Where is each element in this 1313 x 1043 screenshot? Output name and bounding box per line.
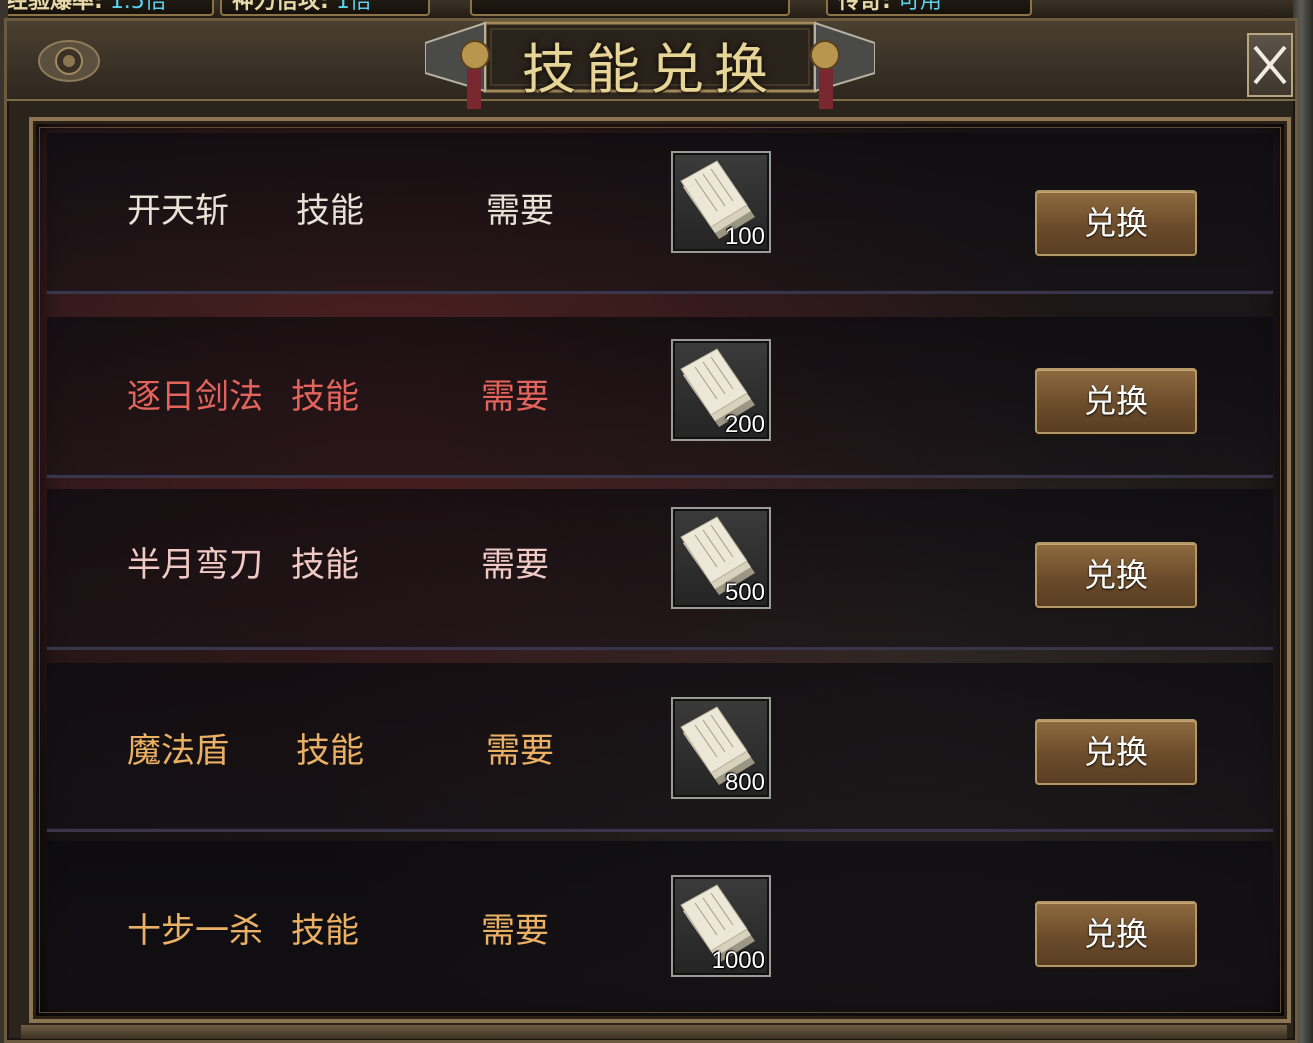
skill-name: 半月弯刀 <box>127 545 263 585</box>
required-item-slot[interactable]: 100 <box>671 151 771 253</box>
exchange-button[interactable]: 兑换 <box>1035 901 1197 967</box>
requirement-label: 需要 <box>486 731 554 771</box>
requirement-label: 需要 <box>481 377 549 417</box>
skill-name: 魔法盾 <box>127 731 229 771</box>
skill-type-label: 技能 <box>291 911 359 951</box>
window-bottom-bar <box>21 1025 1287 1039</box>
window-title: 技能兑换 <box>522 38 778 101</box>
required-item-slot[interactable]: 200 <box>671 339 771 441</box>
required-item-slot[interactable]: 800 <box>671 697 771 799</box>
hud-attack-multiplier-label: 神力倍攻: <box>232 0 329 14</box>
hud-drop-rate-value: 1.5倍 <box>109 0 167 14</box>
skill-name: 开天斩 <box>127 191 229 231</box>
skill-list: 开天斩 技能 需要 100 兑换 逐日剑法 技能 需要 200 兑换 半月弯刀 … <box>29 117 1291 1023</box>
item-count: 200 <box>724 411 765 438</box>
exchange-button[interactable]: 兑换 <box>1035 719 1197 785</box>
item-count: 500 <box>724 579 765 606</box>
list-item: 半月弯刀 技能 需要 500 兑换 <box>47 489 1273 650</box>
skill-type-label: 技能 <box>291 545 359 585</box>
item-count: 1000 <box>711 947 765 974</box>
item-count: 100 <box>724 223 765 250</box>
requirement-label: 需要 <box>486 191 554 231</box>
exchange-button[interactable]: 兑换 <box>1035 368 1197 434</box>
close-icon <box>1253 45 1287 85</box>
requirement-label: 需要 <box>481 545 549 585</box>
hud-legend-value: 可用 <box>897 0 942 14</box>
exchange-button[interactable]: 兑换 <box>1035 190 1197 256</box>
skill-name: 十步一杀 <box>127 911 263 951</box>
required-item-slot[interactable]: 500 <box>671 507 771 609</box>
requirement-label: 需要 <box>481 911 549 951</box>
required-item-slot[interactable]: 1000 <box>671 875 771 977</box>
list-item: 逐日剑法 技能 需要 200 兑换 <box>47 317 1273 478</box>
skill-type-label: 技能 <box>291 377 359 417</box>
list-item: 魔法盾 技能 需要 800 兑换 <box>47 663 1273 832</box>
exchange-button[interactable]: 兑换 <box>1035 542 1197 608</box>
skill-exchange-window: 技能兑换 开天斩 技能 需要 100 兑换 逐日剑法 技能 需要 200 兑换 … <box>4 18 1298 1043</box>
list-item: 开天斩 技能 需要 100 兑换 <box>47 133 1273 294</box>
list-item: 十步一杀 技能 需要 1000 兑换 <box>47 841 1273 1013</box>
hud-attack-multiplier: 神力倍攻: 1倍 <box>220 0 430 16</box>
skill-type-label: 技能 <box>296 191 364 231</box>
hud-drop-rate: 经验爆率: 1.5倍 <box>0 0 214 16</box>
item-count: 800 <box>724 769 765 796</box>
hud-attack-multiplier-value: 1倍 <box>335 0 372 14</box>
skill-type-label: 技能 <box>296 731 364 771</box>
skill-name: 逐日剑法 <box>127 377 263 417</box>
eye-ornament-icon <box>38 40 100 82</box>
close-button[interactable] <box>1247 33 1293 97</box>
hud-drop-rate-label: 经验爆率: <box>6 0 103 14</box>
